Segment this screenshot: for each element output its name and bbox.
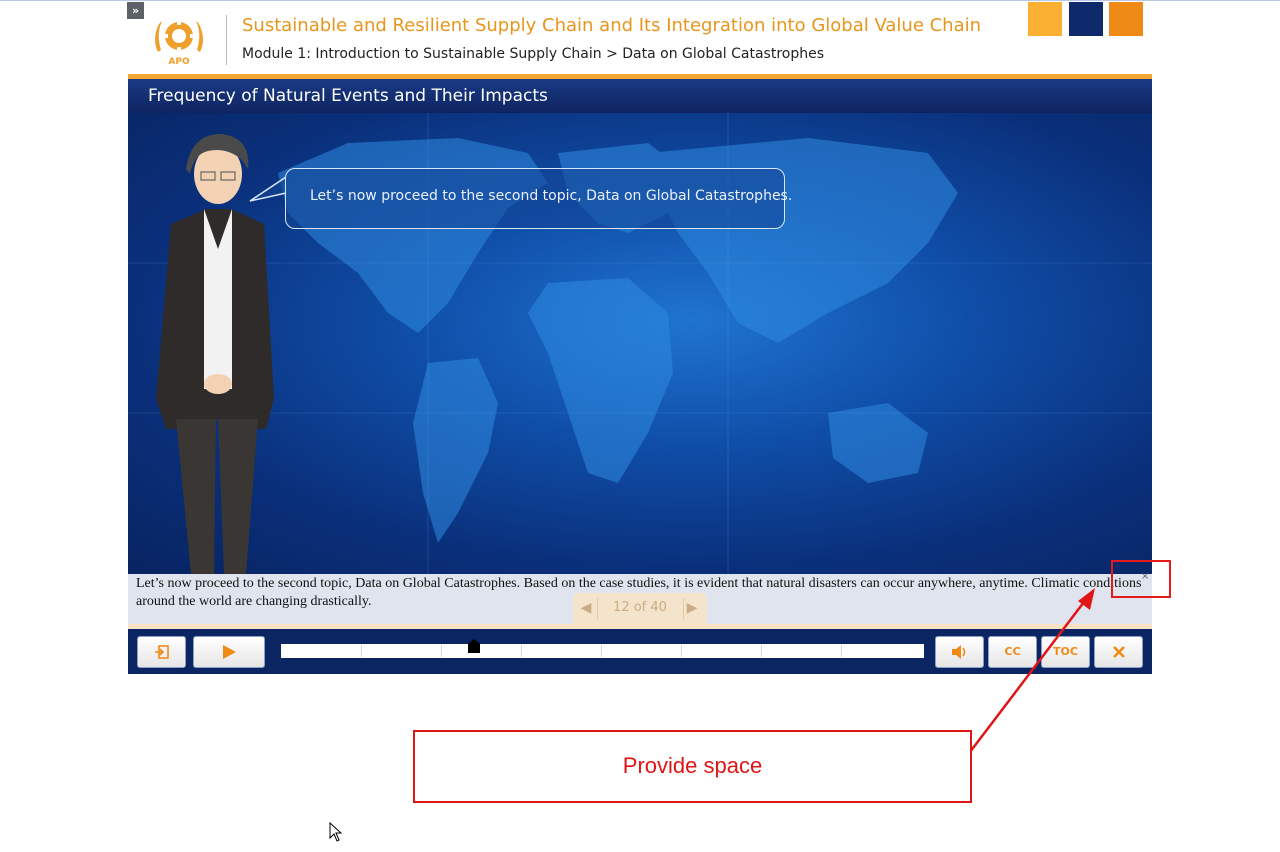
slide-header: Frequency of Natural Events and Their Im… — [128, 79, 1152, 113]
progress-scrubber[interactable] — [467, 639, 480, 653]
expand-sidebar-button[interactable]: » — [127, 2, 144, 19]
svg-text:APO: APO — [168, 57, 190, 67]
volume-icon — [951, 645, 965, 659]
close-icon — [1112, 646, 1125, 658]
player-controls: CC TOC — [128, 629, 1152, 674]
speech-bubble-tail — [249, 176, 287, 202]
annotation-label: Provide space — [622, 753, 763, 778]
brand-square-orange — [1109, 2, 1143, 36]
next-slide-icon[interactable]: ▶ — [685, 599, 699, 617]
cc-button[interactable]: CC — [988, 636, 1037, 668]
speech-bubble: Let’s now proceed to the second topic, D… — [285, 168, 792, 229]
prev-slide-icon[interactable]: ◀ — [579, 599, 593, 617]
exit-icon — [154, 645, 169, 659]
slide-counter: 12 of 40 — [613, 600, 667, 615]
speech-bubble-text: Let’s now proceed to the second topic, D… — [310, 188, 793, 204]
slide-title: Frequency of Natural Events and Their Im… — [148, 86, 548, 106]
slide-pager: ◀ 12 of 40 ▶ — [573, 593, 707, 625]
exit-button[interactable] — [137, 636, 186, 668]
course-title: Sustainable and Resilient Supply Chain a… — [242, 15, 982, 36]
top-border — [0, 0, 1280, 1]
toc-button[interactable]: TOC — [1041, 636, 1090, 668]
logo-divider — [226, 15, 227, 65]
pager-divider — [597, 598, 598, 620]
progress-bar[interactable] — [281, 644, 924, 658]
apo-logo: APO — [155, 21, 203, 67]
play-icon — [223, 645, 236, 659]
caption-panel: Let’s now proceed to the second topic, D… — [128, 571, 1152, 625]
brand-square-light-orange — [1028, 2, 1062, 36]
brand-square-navy — [1069, 2, 1103, 36]
close-button[interactable] — [1094, 636, 1143, 668]
slide-stage: Let’s now proceed to the second topic, D… — [128, 113, 1152, 574]
volume-button[interactable] — [935, 636, 984, 668]
annotation-callout: Provide space — [413, 730, 972, 803]
mouse-cursor-icon — [329, 822, 343, 842]
play-button[interactable] — [193, 636, 265, 668]
highlight-box — [1111, 560, 1171, 598]
breadcrumb: Module 1: Introduction to Sustainable Su… — [242, 46, 825, 62]
pager-divider — [683, 598, 684, 620]
